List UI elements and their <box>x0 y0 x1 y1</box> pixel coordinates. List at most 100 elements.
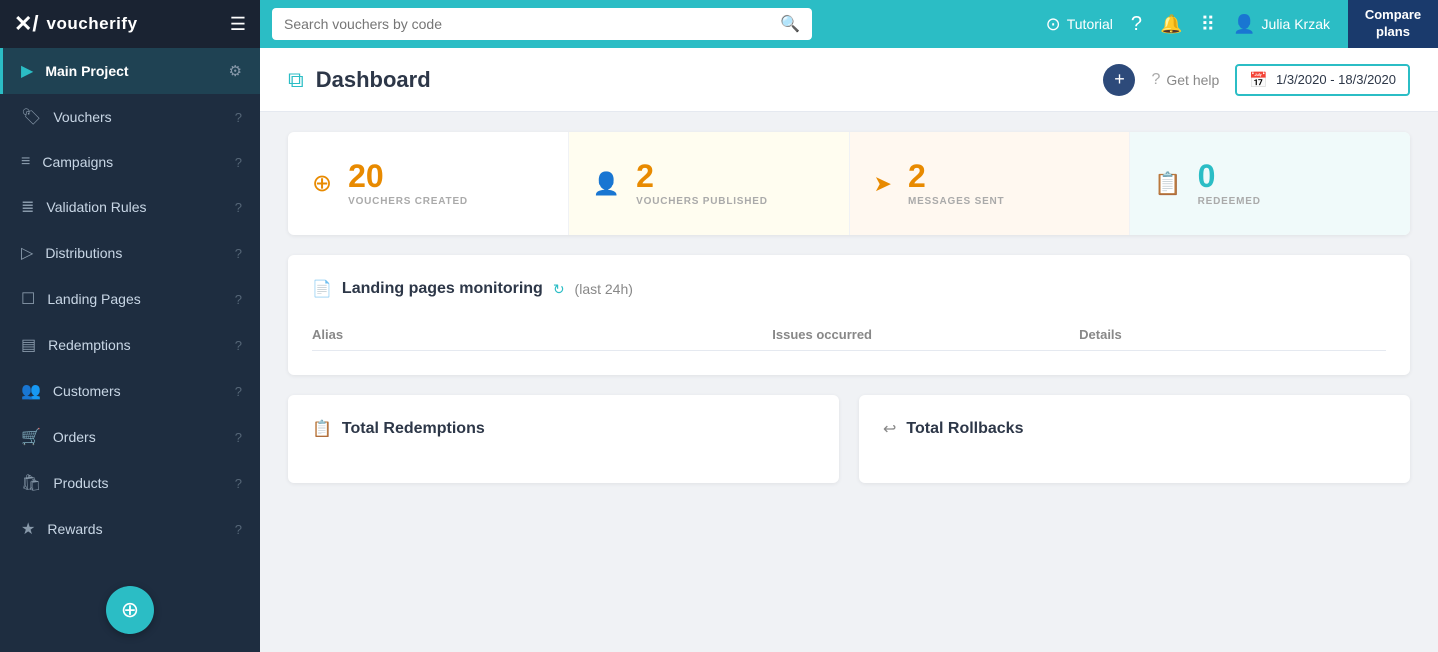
page-header: ⧉ Dashboard + ? Get help 📅 1/3/2020 - 18… <box>260 48 1438 112</box>
topnav-right: ⊙ Tutorial ? 🔔 ⠿ 👤 Julia Krzak Comparepl… <box>1046 0 1438 48</box>
tutorial-button[interactable]: ⊙ Tutorial <box>1046 14 1113 35</box>
distributions-icon: ▷ <box>21 243 33 263</box>
stat-vouchers-published: 👤 2 VOUCHERS PUBLISHED <box>569 132 850 235</box>
products-icon: 🛍 <box>21 473 41 493</box>
vouchers-published-number: 2 <box>636 160 768 192</box>
monitoring-table-header: Alias Issues occurred Details <box>312 319 1386 351</box>
search-icon[interactable]: 🔍 <box>780 14 800 34</box>
bell-icon[interactable]: 🔔 <box>1160 14 1182 35</box>
campaigns-help-icon[interactable]: ? <box>235 155 242 170</box>
products-help-icon[interactable]: ? <box>235 476 242 491</box>
topnav-left: ✕/ voucherify ☰ <box>0 0 260 48</box>
validation-icon: ≣ <box>21 197 34 217</box>
support-fab-icon: ⊕ <box>121 597 139 623</box>
vouchers-published-label: VOUCHERS PUBLISHED <box>636 196 768 207</box>
plus-icon: ⊕ <box>312 169 332 198</box>
sidebar-campaigns-label: Campaigns <box>42 154 113 170</box>
sidebar-distributions-label: Distributions <box>45 245 122 261</box>
messages-sent-label: MESSAGES SENT <box>908 196 1005 207</box>
stat-vouchers-created: ⊕ 20 VOUCHERS CREATED <box>288 132 569 235</box>
orders-icon: 🛒 <box>21 427 41 447</box>
total-rollbacks-title: Total Rollbacks <box>906 420 1023 438</box>
distributions-help-icon[interactable]: ? <box>235 246 242 261</box>
person-icon: 👤 <box>593 171 620 197</box>
refresh-icon[interactable]: ↻ <box>553 281 565 298</box>
vouchers-created-label: VOUCHERS CREATED <box>348 196 468 207</box>
customers-icon: 👥 <box>21 381 41 401</box>
rewards-icon: ★ <box>21 519 35 539</box>
compare-plans-button[interactable]: Compareplans <box>1348 0 1438 48</box>
date-range-picker[interactable]: 📅 1/3/2020 - 18/3/2020 <box>1235 64 1410 96</box>
redemptions-help-icon[interactable]: ? <box>235 338 242 353</box>
customers-help-icon[interactable]: ? <box>235 384 242 399</box>
redemptions-card-icon: 📋 <box>312 419 332 439</box>
sidebar-rewards-label: Rewards <box>47 521 102 537</box>
sidebar-item-validation-rules[interactable]: ≣ Validation Rules ? <box>0 184 260 230</box>
logo: ✕/ voucherify <box>14 11 138 37</box>
vouchers-help-icon[interactable]: ? <box>235 110 242 125</box>
sidebar-item-orders[interactable]: 🛒 Orders ? <box>0 414 260 460</box>
tutorial-icon: ⊙ <box>1046 14 1061 35</box>
search-box: 🔍 <box>272 8 812 40</box>
campaigns-icon: ≡ <box>21 153 30 171</box>
search-input[interactable] <box>284 16 774 32</box>
gear-icon[interactable]: ⚙ <box>229 62 242 80</box>
send-icon: ➤ <box>874 171 892 197</box>
sidebar-main-project-icon: ▶ <box>21 61 33 81</box>
compare-plans-label: Compareplans <box>1365 7 1421 41</box>
sidebar-item-main-project[interactable]: ▶ Main Project ⚙ <box>0 48 260 94</box>
rewards-help-icon[interactable]: ? <box>235 522 242 537</box>
sidebar-item-redemptions[interactable]: ▤ Redemptions ? <box>0 322 260 368</box>
calendar-icon: 📅 <box>1249 71 1268 89</box>
logo-icon: ✕/ <box>14 11 39 37</box>
get-help-button[interactable]: ? Get help <box>1151 71 1219 89</box>
logo-text: voucherify <box>47 14 138 34</box>
page-title: Dashboard <box>316 67 431 93</box>
issues-column-header: Issues occurred <box>772 327 1079 342</box>
redeemed-number: 0 <box>1198 160 1261 192</box>
main-layout: ▶ Main Project ⚙ 🏷 Vouchers ? ≡ Campaign… <box>0 48 1438 652</box>
sidebar-item-campaigns[interactable]: ≡ Campaigns ? <box>0 140 260 184</box>
user-menu[interactable]: 👤 Julia Krzak <box>1233 14 1330 35</box>
validation-help-icon[interactable]: ? <box>235 200 242 215</box>
add-button[interactable]: + <box>1103 64 1135 96</box>
get-help-icon: ? <box>1151 71 1160 89</box>
user-icon: 👤 <box>1233 14 1255 35</box>
content-area: ⊕ 20 VOUCHERS CREATED 👤 2 VOUCHERS PUBLI… <box>260 112 1438 503</box>
messages-sent-number: 2 <box>908 160 1005 192</box>
monitoring-card-icon: 📄 <box>312 279 332 299</box>
sidebar-item-distributions[interactable]: ▷ Distributions ? <box>0 230 260 276</box>
vouchers-icon: 🏷 <box>21 107 41 127</box>
sidebar-customers-label: Customers <box>53 383 121 399</box>
sidebar-item-landing-pages[interactable]: ☐ Landing Pages ? <box>0 276 260 322</box>
alias-column-header: Alias <box>312 327 772 342</box>
sidebar-item-vouchers[interactable]: 🏷 Vouchers ? <box>0 94 260 140</box>
monitoring-title: Landing pages monitoring <box>342 280 543 298</box>
sidebar-item-customers[interactable]: 👥 Customers ? <box>0 368 260 414</box>
sidebar-vouchers-label: Vouchers <box>53 109 111 125</box>
sidebar-main-project-label: Main Project <box>45 63 128 79</box>
add-icon: + <box>1114 69 1125 90</box>
sidebar-validation-label: Validation Rules <box>46 199 146 215</box>
dashboard-grid-icon: ⧉ <box>288 67 304 93</box>
sidebar-item-products[interactable]: 🛍 Products ? <box>0 460 260 506</box>
tutorial-label: Tutorial <box>1067 16 1113 32</box>
redeemed-label: REDEEMED <box>1198 196 1261 207</box>
redemptions-icon: ▤ <box>21 335 36 355</box>
hamburger-icon[interactable]: ☰ <box>230 14 246 35</box>
landing-pages-icon: ☐ <box>21 289 35 309</box>
sidebar-landing-pages-label: Landing Pages <box>47 291 140 307</box>
details-column-header: Details <box>1079 327 1386 342</box>
landing-pages-help-icon[interactable]: ? <box>235 292 242 307</box>
sidebar-item-rewards[interactable]: ★ Rewards ? <box>0 506 260 552</box>
orders-help-icon[interactable]: ? <box>235 430 242 445</box>
support-fab[interactable]: ⊕ <box>106 586 154 634</box>
bottom-row: 📋 Total Redemptions ↩ Total Rollbacks <box>288 395 1410 483</box>
main-content: ⧉ Dashboard + ? Get help 📅 1/3/2020 - 18… <box>260 48 1438 652</box>
sidebar: ▶ Main Project ⚙ 🏷 Vouchers ? ≡ Campaign… <box>0 48 260 652</box>
rollbacks-card-icon: ↩ <box>883 419 896 439</box>
vouchers-created-number: 20 <box>348 160 468 192</box>
help-icon[interactable]: ? <box>1131 13 1142 36</box>
sidebar-products-label: Products <box>53 475 108 491</box>
apps-icon[interactable]: ⠿ <box>1200 12 1215 37</box>
